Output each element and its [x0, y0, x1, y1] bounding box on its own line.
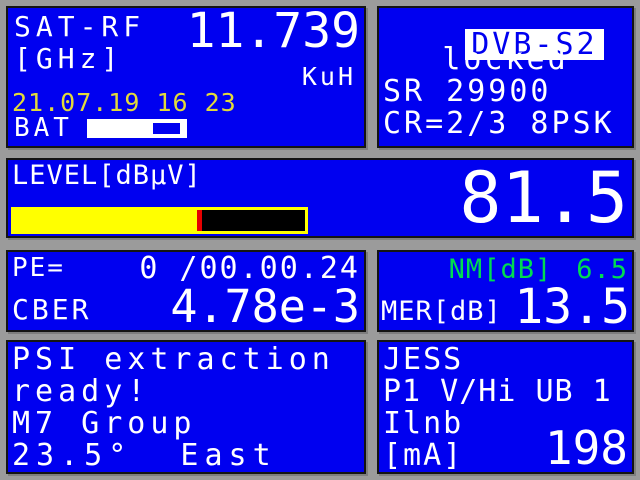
band-polarization-label: KuH — [301, 62, 356, 91]
cber-label: CBER — [12, 292, 92, 326]
signal-quality-panel: NM[dB] 6.5 MER[dB] 13.5 — [377, 250, 634, 332]
level-bar-peak-marker — [197, 210, 203, 231]
battery-row: BAT — [14, 113, 187, 143]
symbol-rate: SR 29900 — [383, 74, 552, 109]
error-rate-panel: PE= 0 /00.00.24 CBER 4.78e-3 — [6, 250, 366, 332]
satmeter-screen: SAT-RF [GHz] 11.739 KuH 21.07.19 16 23 B… — [0, 0, 640, 480]
psi-info-panel: PSI extraction ready! M7 Group 23.5° Eas… — [6, 340, 366, 474]
level-label: LEVEL[dBµV] — [12, 160, 202, 191]
dvb-status-panel: DVB-S2 locked SR 29900 CR=2/3 8PSK — [377, 6, 634, 148]
psi-ready-line: ready! — [12, 374, 151, 409]
lnb-current-label: Ilnb — [383, 406, 464, 441]
level-bar-fill — [14, 210, 198, 231]
mer-value: 13.5 — [514, 278, 630, 335]
sat-rf-title: SAT-RF — [14, 10, 146, 43]
orbital-position: 23.5° East — [12, 438, 277, 473]
frequency-value: 11.739 — [186, 3, 360, 59]
satellite-operator-name: M7 Group — [12, 406, 197, 441]
mer-label: MER[dB] — [381, 295, 502, 327]
battery-gauge-icon — [86, 118, 187, 138]
level-panel: LEVEL[dBµV] 81.5 — [6, 158, 634, 238]
lnb-control-panel: JESS P1 V/Hi UB 1 Ilnb [mA] 198 — [377, 340, 634, 474]
lnb-system-label: JESS — [383, 342, 464, 377]
psi-status-line: PSI extraction — [12, 342, 335, 377]
lnb-current-value: 198 — [544, 420, 628, 475]
frequency-unit-label: [GHz] — [14, 42, 124, 75]
lnb-port-band-userband: P1 V/Hi UB 1 — [383, 374, 612, 409]
level-value: 81.5 — [459, 157, 628, 239]
battery-charge-marker — [152, 122, 180, 134]
packet-error-label: PE= — [12, 253, 65, 283]
battery-label: BAT — [14, 113, 73, 143]
sat-rf-panel: SAT-RF [GHz] 11.739 KuH 21.07.19 16 23 B… — [6, 6, 366, 148]
lnb-current-unit: [mA] — [383, 438, 464, 473]
lock-status: locked — [442, 42, 569, 77]
code-rate-modulation: CR=2/3 8PSK — [383, 106, 615, 141]
level-bargraph — [11, 207, 308, 234]
cber-value: 4.78e-3 — [170, 279, 360, 333]
